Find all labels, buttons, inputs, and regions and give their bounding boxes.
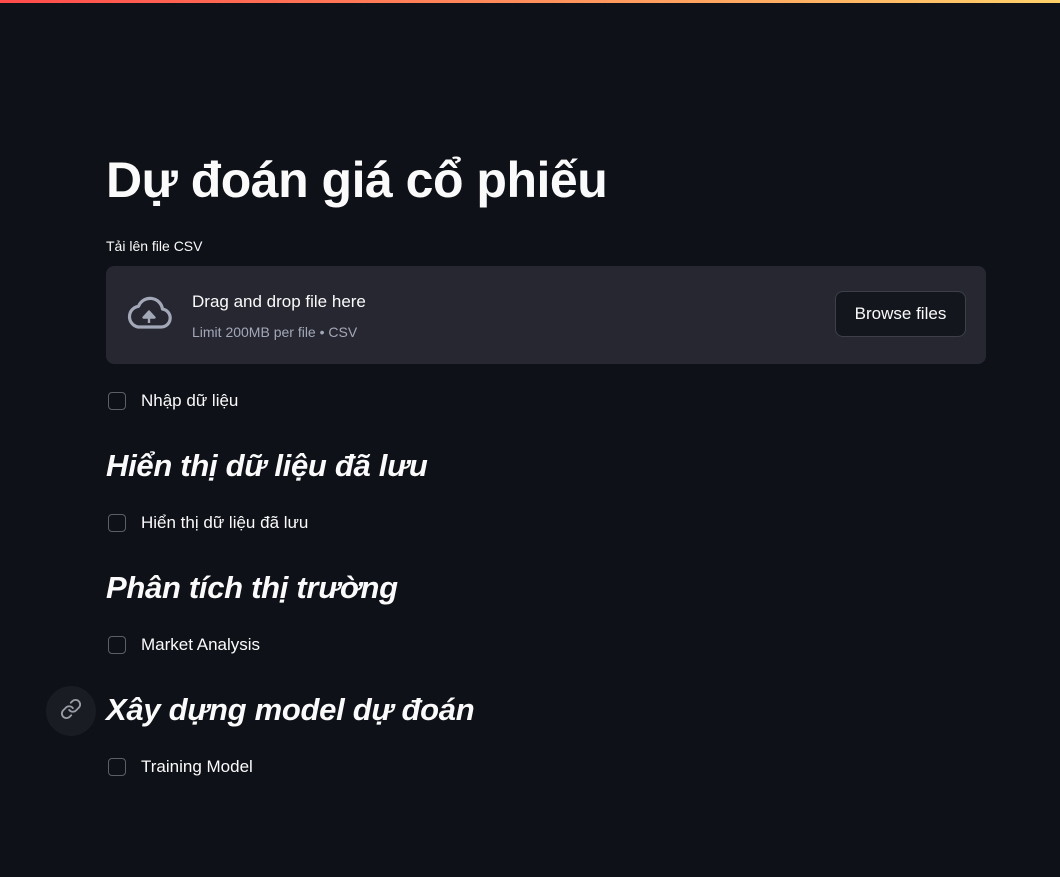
dropzone-instructions: Drag and drop file here (192, 292, 366, 311)
dropzone-limit-text: Limit 200MB per file • CSV (192, 324, 358, 340)
checkbox-label: Market Analysis (141, 635, 261, 654)
checkbox-market-analysis[interactable]: Market Analysis (108, 634, 260, 656)
page-title: Dự đoán giá cổ phiếu (106, 152, 608, 208)
heading-anchor-link[interactable] (46, 686, 96, 736)
section-heading-saved-data: Hiển thị dữ liệu đã lưu (106, 448, 428, 483)
checkbox-label: Hiển thị dữ liệu đã lưu (141, 513, 309, 532)
checkbox-label: Nhập dữ liệu (141, 391, 239, 410)
checkbox-box[interactable] (108, 392, 126, 410)
header-decoration-bar (0, 0, 1060, 3)
checkbox-box[interactable] (108, 636, 126, 654)
section-heading-market-analysis: Phân tích thị trường (106, 570, 398, 605)
checkbox-show-saved-data[interactable]: Hiển thị dữ liệu đã lưu (108, 512, 308, 534)
cloud-upload-icon (124, 294, 174, 334)
section-heading-model: Xây dựng model dự đoán (106, 692, 475, 727)
browse-files-button[interactable]: Browse files (835, 291, 966, 337)
checkbox-input-data[interactable]: Nhập dữ liệu (108, 390, 238, 412)
checkbox-training-model[interactable]: Training Model (108, 756, 253, 778)
file-dropzone[interactable]: Drag and drop file here Limit 200MB per … (106, 266, 986, 364)
checkbox-box[interactable] (108, 514, 126, 532)
checkbox-label: Training Model (141, 757, 253, 776)
link-icon (60, 698, 82, 725)
checkbox-box[interactable] (108, 758, 126, 776)
file-uploader-label: Tải lên file CSV (106, 238, 203, 254)
